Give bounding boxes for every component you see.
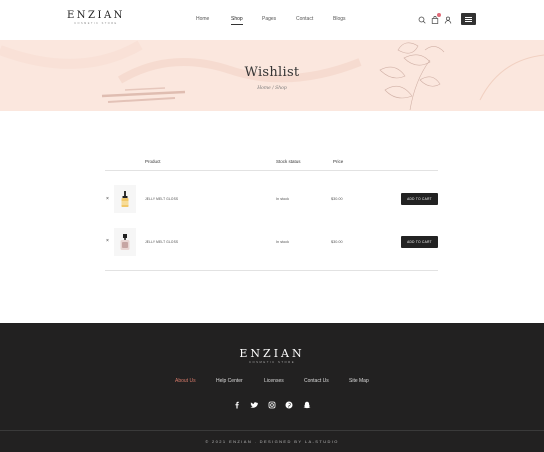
- page-title: Wishlist: [244, 65, 300, 80]
- site-footer: ENZIAN COSMETIC STORE About Us Help Cent…: [0, 323, 544, 452]
- footer-link-licenses[interactable]: Licenses: [264, 378, 284, 384]
- remove-item-button[interactable]: ×: [106, 238, 109, 244]
- logo-text: ENZIAN: [67, 10, 125, 21]
- nav-shop[interactable]: Shop: [231, 16, 243, 25]
- footer-logo[interactable]: ENZIAN COSMETIC STORE: [0, 347, 544, 364]
- nav-blogs[interactable]: Blogs: [333, 16, 346, 22]
- product-name-link[interactable]: JELLY MELT GLOSS: [145, 240, 178, 244]
- stock-status: In stock: [276, 197, 290, 201]
- site-header: ENZIAN COSMETIC STORE Home Shop Pages Co…: [0, 0, 544, 40]
- footer-logo-tagline: COSMETIC STORE: [248, 360, 296, 364]
- footer-logo-text: ENZIAN: [239, 347, 305, 360]
- page-banner: Wishlist Home / Shop: [0, 40, 544, 111]
- column-header-stock: Stock status: [276, 159, 301, 164]
- product-price: $30.00: [331, 197, 343, 201]
- add-to-cart-button[interactable]: ADD TO CART: [401, 236, 438, 248]
- product-thumbnail[interactable]: [114, 185, 136, 213]
- facebook-icon[interactable]: [233, 401, 241, 409]
- footer-link-about[interactable]: About Us: [175, 378, 196, 384]
- product-thumbnail[interactable]: [114, 228, 136, 256]
- copyright-text: © 2021 ENZIAN . DESIGNED BY LA-STUDIO: [205, 439, 339, 444]
- table-divider: [105, 270, 438, 271]
- breadcrumb[interactable]: Home / Shop: [0, 86, 544, 91]
- cart-count-badge: [437, 13, 441, 17]
- twitter-icon[interactable]: [250, 401, 258, 409]
- column-header-product: Product: [145, 159, 161, 164]
- site-logo[interactable]: ENZIAN COSMETIC STORE: [67, 10, 125, 26]
- footer-divider: [0, 430, 544, 431]
- user-icon[interactable]: [444, 16, 452, 24]
- footer-link-sitemap[interactable]: Site Map: [349, 378, 369, 384]
- instagram-icon[interactable]: [268, 401, 276, 409]
- footer-link-help[interactable]: Help Center: [216, 378, 243, 384]
- perfume-bottle-image: [120, 234, 130, 250]
- serum-bottle-image: [121, 191, 129, 207]
- pinterest-icon[interactable]: [285, 401, 293, 409]
- stock-status: In stock: [276, 240, 290, 244]
- nav-pages[interactable]: Pages: [262, 16, 276, 22]
- logo-tagline: COSMETIC STORE: [74, 22, 118, 25]
- snapchat-icon[interactable]: [303, 401, 311, 409]
- product-price: $30.00: [331, 240, 343, 244]
- remove-item-button[interactable]: ×: [106, 196, 109, 202]
- nav-contact[interactable]: Contact: [296, 16, 313, 22]
- menu-icon[interactable]: [461, 13, 476, 25]
- footer-link-contact[interactable]: Contact Us: [304, 378, 329, 384]
- cart-icon[interactable]: [431, 16, 439, 24]
- add-to-cart-button[interactable]: ADD TO CART: [401, 193, 438, 205]
- nav-home[interactable]: Home: [196, 16, 209, 22]
- product-name-link[interactable]: JELLY MELT GLOSS: [145, 197, 178, 201]
- column-header-price: Price: [333, 159, 344, 164]
- search-icon[interactable]: [418, 16, 426, 24]
- table-divider: [105, 170, 438, 171]
